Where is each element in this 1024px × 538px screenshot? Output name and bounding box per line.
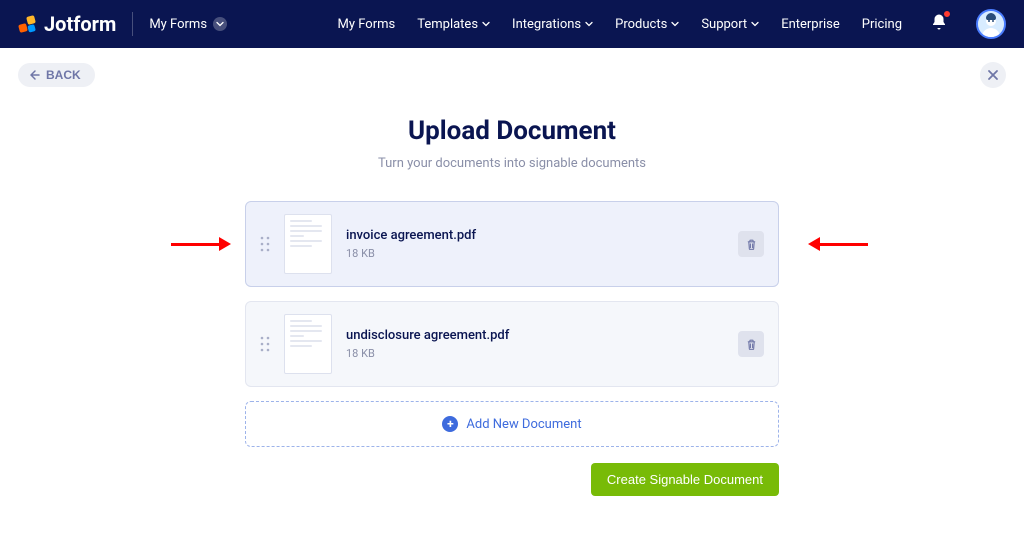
page-topbar: BACK (0, 48, 1024, 88)
avatar[interactable] (976, 9, 1006, 39)
file-info: undisclosure agreement.pdf 18 KB (346, 328, 724, 360)
file-size: 18 KB (346, 347, 724, 360)
chevron-down-icon (585, 20, 593, 28)
avatar-icon (978, 11, 1004, 37)
nav-enterprise[interactable]: Enterprise (781, 17, 840, 32)
add-document-button[interactable]: + Add New Document (245, 401, 779, 447)
context-label: My Forms (149, 17, 207, 32)
chevron-down-icon (482, 20, 490, 28)
back-label: BACK (46, 68, 81, 82)
document-thumbnail-icon (284, 314, 332, 374)
nav-pricing[interactable]: Pricing (862, 17, 902, 32)
file-list: invoice agreement.pdf 18 KB (245, 201, 779, 447)
context-selector[interactable]: My Forms (149, 17, 227, 32)
nav-label: Integrations (512, 17, 581, 32)
file-name: undisclosure agreement.pdf (346, 328, 724, 343)
nav-label: My Forms (338, 17, 396, 32)
document-thumbnail-icon (284, 214, 332, 274)
close-button[interactable] (980, 62, 1006, 88)
annotation-arrow-icon (808, 237, 868, 251)
nav-integrations[interactable]: Integrations (512, 17, 593, 32)
back-button[interactable]: BACK (18, 63, 95, 87)
chevron-down-icon (751, 20, 759, 28)
brand-logo[interactable]: Jotform (18, 12, 116, 36)
file-size: 18 KB (346, 247, 724, 260)
plus-icon: + (442, 416, 458, 432)
notification-dot (943, 10, 951, 18)
nav-support[interactable]: Support (701, 17, 759, 32)
nav-label: Products (615, 17, 667, 32)
actions-bar: Create Signable Document (245, 463, 779, 496)
delete-button[interactable] (738, 331, 764, 357)
app-header: Jotform My Forms My Forms Templates Inte… (0, 0, 1024, 48)
trash-icon (745, 338, 758, 351)
file-name: invoice agreement.pdf (346, 228, 724, 243)
page-title: Upload Document (0, 116, 1024, 146)
delete-button[interactable] (738, 231, 764, 257)
chevron-down-icon (213, 17, 227, 31)
close-icon (987, 69, 999, 81)
drag-handle-icon[interactable] (260, 236, 270, 252)
nav-label: Templates (417, 17, 478, 32)
file-card[interactable]: invoice agreement.pdf 18 KB (245, 201, 779, 287)
brand-name: Jotform (44, 12, 116, 36)
file-info: invoice agreement.pdf 18 KB (346, 228, 724, 260)
nav-products[interactable]: Products (615, 17, 679, 32)
nav-label: Support (701, 17, 747, 32)
nav-myforms[interactable]: My Forms (338, 17, 396, 32)
main-content: Upload Document Turn your documents into… (0, 116, 1024, 496)
nav-templates[interactable]: Templates (417, 17, 490, 32)
file-card[interactable]: undisclosure agreement.pdf 18 KB (245, 301, 779, 387)
nav-label: Enterprise (781, 17, 840, 32)
nav-label: Pricing (862, 17, 902, 32)
trash-icon (745, 238, 758, 251)
drag-handle-icon[interactable] (260, 336, 270, 352)
notifications-button[interactable] (930, 13, 948, 35)
primary-nav: My Forms Templates Integrations Products… (338, 9, 1007, 39)
page-subtitle: Turn your documents into signable docume… (0, 156, 1024, 171)
divider (132, 12, 133, 36)
create-signable-button[interactable]: Create Signable Document (591, 463, 779, 496)
add-document-label: Add New Document (466, 417, 581, 432)
logo-icon (18, 14, 38, 34)
annotation-arrow-icon (171, 237, 231, 251)
chevron-down-icon (671, 20, 679, 28)
arrow-left-icon (28, 69, 40, 81)
